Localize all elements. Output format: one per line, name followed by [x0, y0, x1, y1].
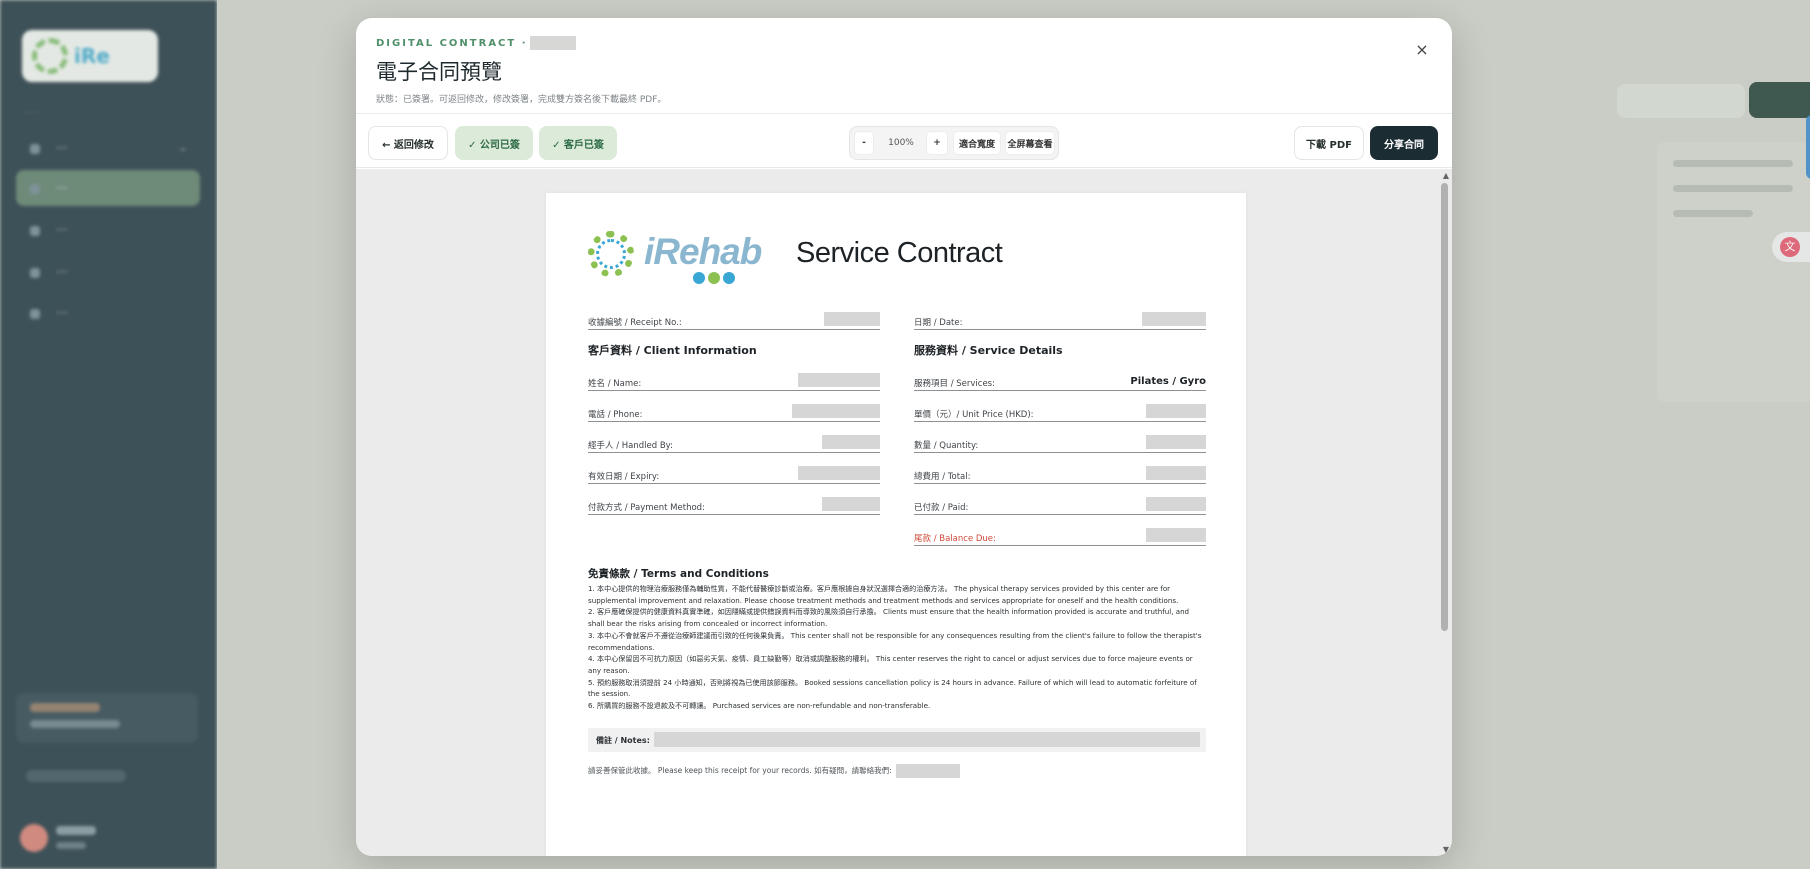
- services-field: 服務項目 / Services: Pilates / Gyro: [914, 371, 1206, 391]
- redacted-value: [798, 373, 880, 387]
- modal-eyebrow: DIGITAL CONTRACT ·: [376, 36, 1432, 50]
- logo-wordmark: iRehab: [644, 231, 762, 272]
- eyebrow-label: DIGITAL CONTRACT ·: [376, 38, 528, 49]
- terms-item: 3. 本中心不會就客戶不遵從治療師建議而引致的任何後果負責。 This cent…: [588, 630, 1202, 652]
- contract-title: Service Contract: [796, 237, 1003, 269]
- redacted-value: [822, 435, 880, 449]
- quantity-label: 數量 / Quantity:: [914, 441, 979, 451]
- redacted-value: [824, 312, 880, 326]
- modal-title: 電子合同預覽: [376, 60, 502, 84]
- balance-due-field: 尾款 / Balance Due:: [914, 526, 1206, 546]
- expiry-label: 有效日期 / Expiry:: [588, 472, 660, 482]
- client-name-label: 姓名 / Name:: [588, 379, 642, 389]
- back-to-edit-button[interactable]: ← 返回修改: [368, 126, 448, 160]
- redacted-value: [798, 466, 880, 480]
- balance-due-label: 尾款 / Balance Due:: [914, 534, 996, 544]
- receipt-field: 收據編號 / Receipt No.:: [588, 310, 880, 330]
- redacted-value: [1146, 404, 1206, 418]
- modal-status-text: 狀態：已簽署。可返回修改，修改簽署，完成雙方簽名後下載最終 PDF。: [376, 95, 667, 105]
- irehab-logo: [588, 231, 634, 277]
- expiry-field: 有效日期 / Expiry:: [588, 464, 880, 484]
- scrollbar-thumb[interactable]: [1441, 183, 1448, 631]
- zoom-out-button[interactable]: -: [854, 131, 874, 155]
- fit-width-button[interactable]: 適合寬度: [953, 131, 1001, 155]
- service-section-heading: 服務資料 / Service Details: [914, 344, 1063, 357]
- payment-method-label: 付款方式 / Payment Method:: [588, 503, 705, 513]
- redacted-value: [1142, 312, 1206, 326]
- preview-toolbar: ← 返回修改 ✓ 公司已簽 ✓ 客戶已簽 - 100% + 適合寬度 全屏幕查看…: [356, 114, 1452, 168]
- redacted-value: [1146, 528, 1206, 542]
- redacted-contact: [895, 764, 960, 778]
- date-field: 日期 / Date:: [914, 310, 1206, 330]
- redacted-value: [1146, 466, 1206, 480]
- client-signed-button[interactable]: ✓ 客戶已簽: [539, 126, 617, 160]
- payment-method-field: 付款方式 / Payment Method:: [588, 495, 880, 515]
- redacted-value: [1146, 497, 1206, 511]
- client-phone-field: 電話 / Phone:: [588, 402, 880, 422]
- zoom-in-button[interactable]: +: [926, 131, 948, 155]
- modal-header: DIGITAL CONTRACT · 電子合同預覽 狀態：已簽署。可返回修改，修…: [356, 18, 1452, 114]
- contract-preview-modal: DIGITAL CONTRACT · 電子合同預覽 狀態：已簽署。可返回修改，修…: [356, 18, 1452, 856]
- terms-heading: 免責條款 / Terms and Conditions: [588, 568, 769, 580]
- notes-box: 備註 / Notes:: [588, 728, 1206, 752]
- zoom-controls: - 100% + 適合寬度 全屏幕查看: [849, 126, 1059, 160]
- redacted-notes: [654, 732, 1200, 747]
- scroll-down-arrow-icon[interactable]: ▼: [1443, 845, 1449, 854]
- terms-item: 4. 本中心保留因不可抗力原因（如惡劣天氣、疫情、員工缺勤等）取消或調整服務的權…: [588, 654, 1193, 675]
- services-value: Pilates / Gyro: [1130, 376, 1206, 387]
- terms-list: 1. 本中心提供的物理治療服務僅為輔助性質，不能代替醫療診斷或治療。客戶應根據自…: [588, 583, 1206, 712]
- receipt-label: 收據編號 / Receipt No.:: [588, 318, 682, 328]
- scroll-up-arrow-icon[interactable]: ▲: [1443, 171, 1449, 180]
- redacted-value: [792, 404, 880, 418]
- services-label: 服務項目 / Services:: [914, 379, 995, 389]
- quantity-field: 數量 / Quantity:: [914, 433, 1206, 453]
- terms-item: 1. 本中心提供的物理治療服務僅為輔助性質，不能代替醫療診斷或治療。客戶應根據自…: [588, 584, 1179, 605]
- footer-note-text: 請妥善保管此收據。 Please keep this receipt for y…: [588, 766, 892, 775]
- client-section-heading: 客戶資料 / Client Information: [588, 344, 757, 357]
- notes-label: 備註 / Notes:: [596, 736, 650, 745]
- unit-price-field: 單價（元）/ Unit Price (HKD):: [914, 402, 1206, 422]
- redacted-contract-id: [529, 36, 576, 50]
- handled-by-field: 經手人 / Handled By:: [588, 433, 880, 453]
- date-label: 日期 / Date:: [914, 318, 963, 328]
- close-icon[interactable]: ×: [1412, 40, 1432, 60]
- footer-note: 請妥善保管此收據。 Please keep this receipt for y…: [588, 764, 960, 778]
- download-pdf-button[interactable]: 下載 PDF: [1294, 126, 1364, 160]
- total-field: 總費用 / Total:: [914, 464, 1206, 484]
- client-name-field: 姓名 / Name:: [588, 371, 880, 391]
- zoom-level: 100%: [888, 138, 914, 148]
- company-signed-button[interactable]: ✓ 公司已簽: [455, 126, 533, 160]
- unit-price-label: 單價（元）/ Unit Price (HKD):: [914, 410, 1034, 420]
- logo-badges: [693, 269, 738, 288]
- total-label: 總費用 / Total:: [914, 472, 971, 482]
- handled-by-label: 經手人 / Handled By:: [588, 441, 673, 451]
- redacted-value: [822, 497, 880, 511]
- terms-item: 2. 客戶應確保提供的健康資料真實準確，如因隱瞞或提供錯誤資料而導致的風險須自行…: [588, 607, 1190, 629]
- redacted-value: [1146, 435, 1206, 449]
- terms-item: 6. 所購買的服務不設退款及不可轉讓。 Purchased services a…: [588, 701, 931, 711]
- paid-field: 已付款 / Paid:: [914, 495, 1206, 515]
- contract-page: iRehab Service Contract 收據編號 / Receipt N…: [546, 193, 1246, 856]
- document-viewer[interactable]: iRehab Service Contract 收據編號 / Receipt N…: [356, 169, 1452, 856]
- client-phone-label: 電話 / Phone:: [588, 410, 643, 420]
- full-view-button[interactable]: 全屏幕查看: [1005, 131, 1055, 155]
- paid-label: 已付款 / Paid:: [914, 503, 969, 513]
- terms-item: 5. 預約服務取消須提前 24 小時通知，否則將視為已使用該節服務。 Booke…: [588, 677, 1197, 699]
- share-contract-button[interactable]: 分享合同: [1370, 126, 1438, 160]
